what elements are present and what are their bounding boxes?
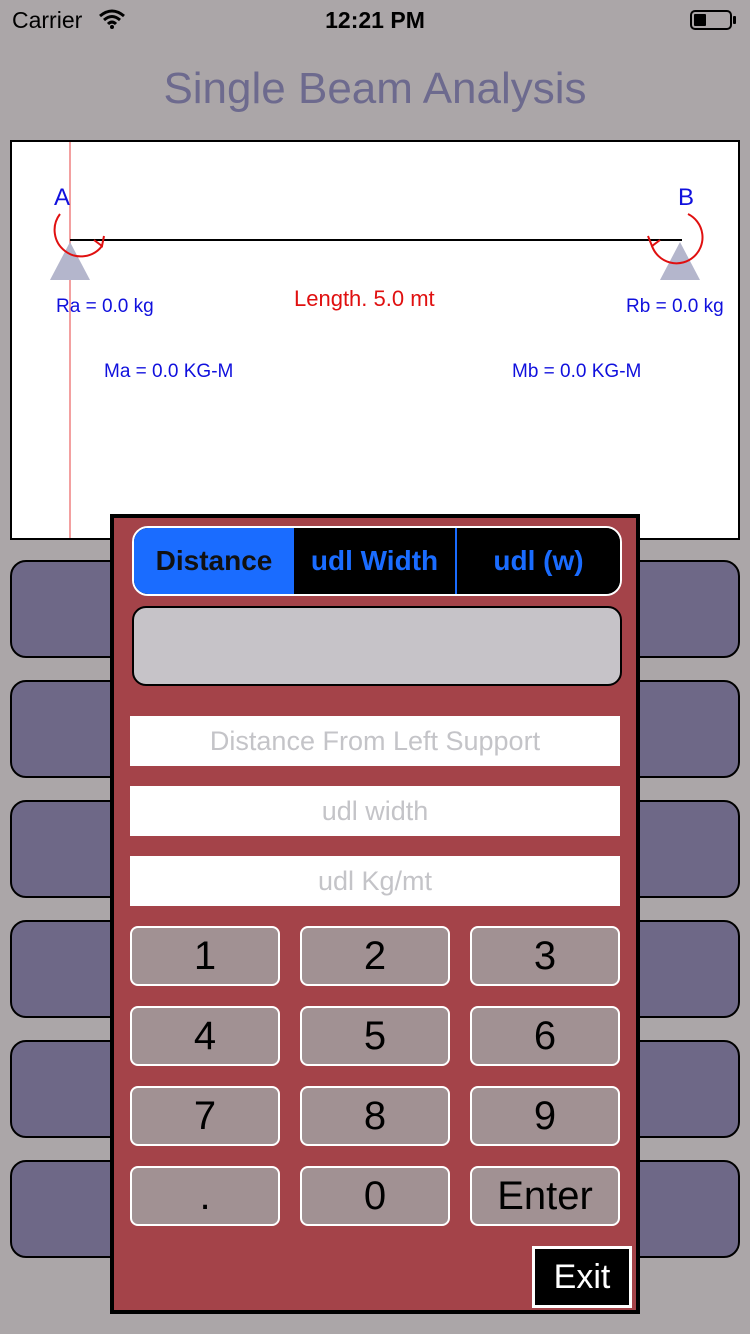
input-keypad-panel: Distance udl Width udl (w) 1 2 3 4 5 6 7… (110, 514, 640, 1314)
key-5[interactable]: 5 (300, 1006, 450, 1066)
key-9[interactable]: 9 (470, 1086, 620, 1146)
distance-field[interactable] (130, 716, 620, 766)
udl-width-field[interactable] (130, 786, 620, 836)
moment-arrow-a (53, 213, 103, 258)
key-7[interactable]: 7 (130, 1086, 280, 1146)
page-title: Single Beam Analysis (163, 64, 587, 113)
key-1[interactable]: 1 (130, 926, 280, 986)
support-b-label: B (678, 184, 695, 211)
key-6[interactable]: 6 (470, 1006, 620, 1066)
tab-udl-w[interactable]: udl (w) (457, 528, 620, 594)
status-bar: Carrier 12:21 PM (0, 0, 750, 40)
key-2[interactable]: 2 (300, 926, 450, 986)
key-4[interactable]: 4 (130, 1006, 280, 1066)
key-decimal[interactable]: . (130, 1166, 280, 1226)
moment-b-label: Mb = 0.0 KG-M (512, 361, 642, 382)
udl-load-field[interactable] (130, 856, 620, 906)
clock: 12:21 PM (325, 7, 425, 33)
moment-a-label: Ma = 0.0 KG-M (104, 361, 234, 382)
beam-diagram[interactable]: A B Ra = 0.0 kg Rb = 0.0 kg Length. 5.0 … (10, 140, 740, 540)
exit-button[interactable]: Exit (532, 1246, 632, 1308)
beam-length-label: Length. 5.0 mt (294, 286, 435, 311)
support-a-triangle (50, 242, 90, 280)
reaction-b-label: Rb = 0.0 kg (626, 296, 724, 317)
key-8[interactable]: 8 (300, 1086, 450, 1146)
key-3[interactable]: 3 (470, 926, 620, 986)
reaction-a-label: Ra = 0.0 kg (56, 296, 154, 317)
tab-udl-width[interactable]: udl Width (294, 528, 457, 594)
enter-button[interactable]: Enter (470, 1166, 620, 1226)
support-a-label: A (54, 184, 71, 211)
key-0[interactable]: 0 (300, 1166, 450, 1226)
tab-distance[interactable]: Distance (134, 528, 294, 594)
beam-diagram-canvas (50, 142, 704, 538)
input-mode-segmented-control: Distance udl Width udl (w) (132, 526, 622, 596)
value-display (132, 606, 622, 686)
battery-icon (690, 10, 736, 30)
